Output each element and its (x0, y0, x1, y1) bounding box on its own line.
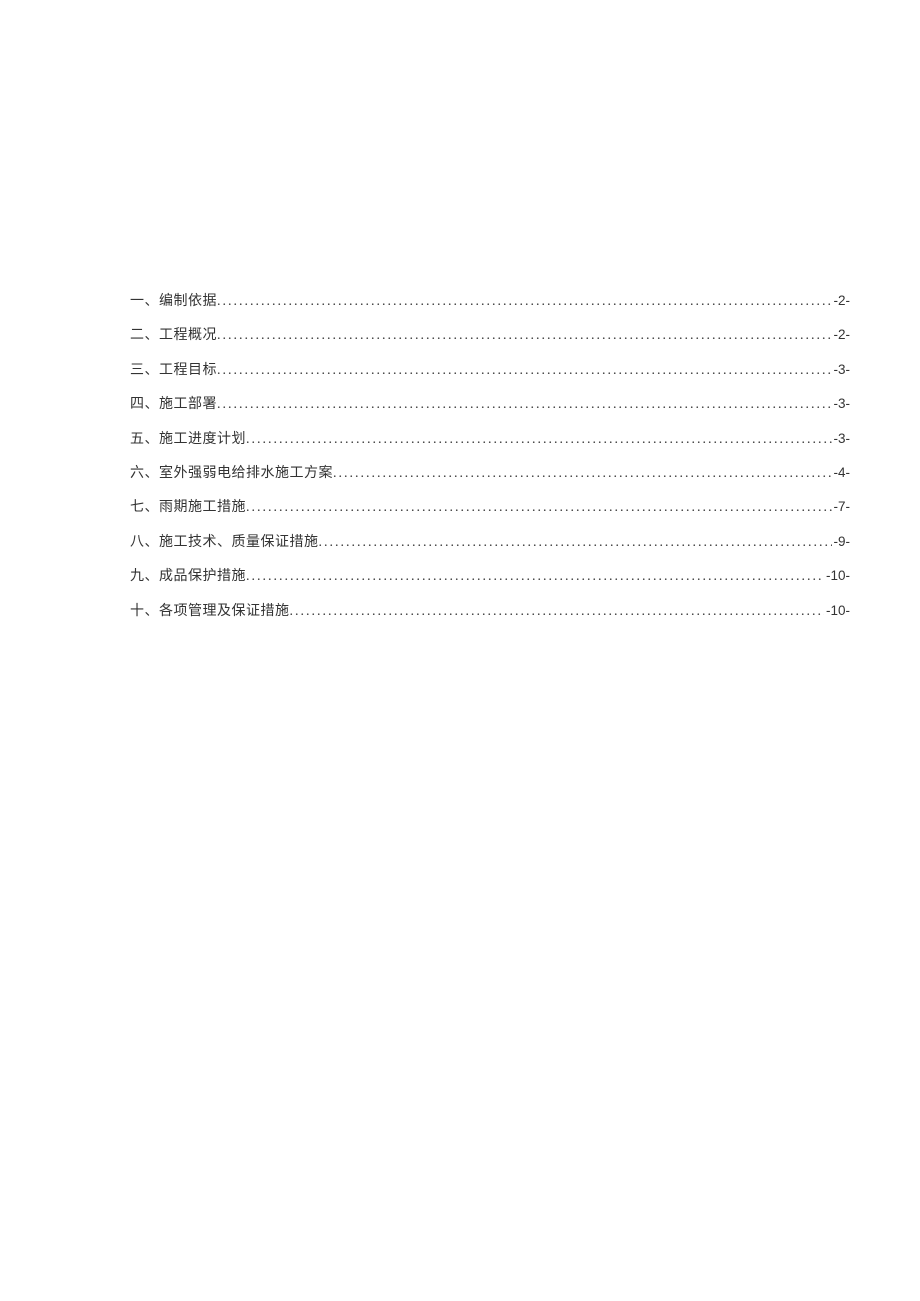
toc-label: 一、编制依据 (130, 291, 217, 313)
toc-row: 五、施工进度计划 -3- (130, 428, 850, 451)
table-of-contents: 一、编制依据 -2- 二、工程概况 -2- 三、工程目标 -3- 四、施工部署 … (130, 290, 850, 623)
toc-dots (290, 601, 824, 615)
toc-page: -3- (832, 359, 851, 381)
toc-label: 十、各项管理及保证措施 (130, 601, 290, 623)
toc-page: -7- (832, 496, 851, 518)
toc-label: 二、工程概况 (130, 325, 217, 347)
toc-label: 九、成品保护措施 (130, 566, 246, 588)
toc-dots (217, 325, 832, 339)
toc-row: 四、施工部署 -3- (130, 393, 850, 416)
toc-page: -3- (832, 393, 851, 415)
toc-row: 三、工程目标 -3- (130, 359, 850, 382)
toc-page: -10- (824, 600, 850, 622)
toc-dots (217, 360, 832, 374)
toc-dots (217, 291, 832, 305)
toc-page: -3- (832, 428, 851, 450)
toc-label: 七、雨期施工措施 (130, 497, 246, 519)
toc-dots (246, 566, 824, 580)
toc-page: -2- (832, 324, 851, 346)
toc-label: 五、施工进度计划 (130, 429, 246, 451)
toc-page: -2- (832, 290, 851, 312)
toc-dots (246, 429, 832, 443)
toc-page: -4- (832, 462, 851, 484)
toc-row: 九、成品保护措施 -10- (130, 565, 850, 588)
toc-row: 八、施工技术、质量保证措施 -9- (130, 531, 850, 554)
toc-dots (319, 532, 832, 546)
toc-page: -9- (832, 531, 851, 553)
toc-row: 二、工程概况 -2- (130, 324, 850, 347)
toc-row: 六、室外强弱电给排水施工方案 -4- (130, 462, 850, 485)
toc-row: 一、编制依据 -2- (130, 290, 850, 313)
toc-row: 十、各项管理及保证措施 -10- (130, 600, 850, 623)
toc-dots (246, 497, 832, 511)
toc-label: 六、室外强弱电给排水施工方案 (130, 463, 333, 485)
toc-page: -10- (824, 565, 850, 587)
toc-dots (333, 463, 832, 477)
toc-dots (217, 394, 832, 408)
toc-label: 四、施工部署 (130, 394, 217, 416)
toc-row: 七、雨期施工措施 -7- (130, 496, 850, 519)
toc-label: 八、施工技术、质量保证措施 (130, 532, 319, 554)
toc-label: 三、工程目标 (130, 360, 217, 382)
